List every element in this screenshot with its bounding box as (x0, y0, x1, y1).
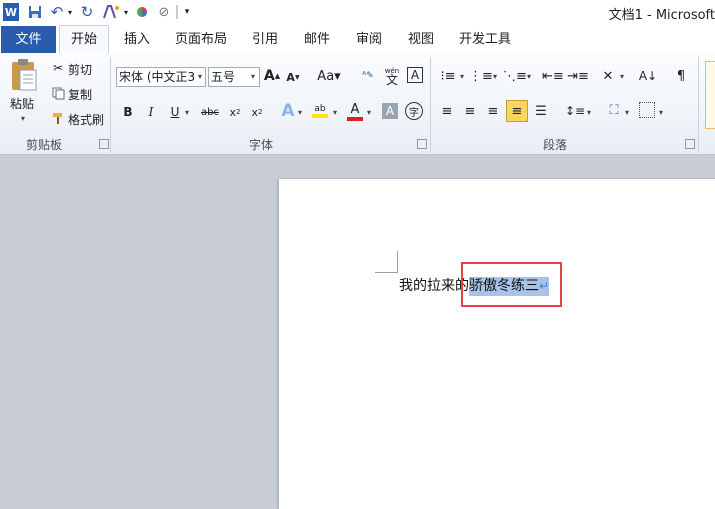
tab-file[interactable]: 文件 (1, 26, 56, 53)
cut-button[interactable]: 剪切 (68, 61, 92, 78)
align-center-icon[interactable]: ≡ (461, 102, 479, 120)
sort-icon[interactable]: A↓ (638, 67, 658, 85)
strikethrough-icon[interactable]: abc (200, 103, 220, 121)
paste-dropdown-icon[interactable]: ▾ (21, 114, 25, 123)
group-divider (430, 57, 431, 153)
font-color-dropdown-icon[interactable]: ▾ (367, 108, 371, 117)
tab-view[interactable]: 视图 (401, 28, 441, 52)
borders-dropdown-icon[interactable]: ▾ (659, 108, 663, 117)
styles-gallery[interactable] (705, 61, 715, 129)
show-marks-icon[interactable]: ¶ (674, 67, 688, 85)
ribbon: 粘贴 ▾ ✂ 剪切 复制 格式刷 剪贴板 宋体 (中文正3 ▾ 五号 ▾ A ▲ … (0, 53, 715, 155)
ribbon-tab-bar: 文件 开始 插入 页面布局 引用 邮件 审阅 视图 开发工具 (0, 24, 715, 54)
margin-mark-horizontal (375, 272, 398, 273)
tab-references[interactable]: 引用 (245, 28, 285, 52)
borders-icon[interactable] (639, 102, 655, 118)
align-left-icon[interactable]: ≡ (438, 102, 456, 120)
save-icon[interactable] (27, 3, 43, 21)
word-app-icon[interactable]: W (3, 3, 19, 21)
change-case-icon[interactable]: Aa▾ (317, 67, 341, 85)
text-effects-dropdown-icon[interactable]: ▾ (122, 3, 130, 21)
bullets-icon[interactable]: ⁝≡ (438, 67, 458, 85)
scissors-icon: ✂ (52, 61, 64, 75)
superscript-icon[interactable]: x2 (249, 103, 265, 121)
window-title: 文档1 - Microsoft (608, 8, 715, 23)
copy-icon (51, 86, 65, 100)
bullets-dropdown-icon[interactable]: ▾ (460, 72, 464, 81)
tab-mailings[interactable]: 邮件 (297, 28, 337, 52)
highlight-dropdown-icon[interactable]: ▾ (333, 108, 337, 117)
numbering-icon[interactable]: ⋮≡ (469, 67, 493, 85)
undo-dropdown-icon[interactable]: ▾ (66, 3, 74, 21)
character-shading-icon[interactable]: A (382, 103, 398, 119)
clipboard-launcher-icon[interactable] (99, 139, 109, 149)
underline-dropdown-icon[interactable]: ▾ (185, 108, 189, 117)
line-spacing-icon[interactable]: ↕≡ (565, 102, 585, 120)
annotation-highlight-box (461, 262, 562, 307)
font-name-combo[interactable]: 宋体 (中文正3 (116, 67, 206, 87)
shading-icon[interactable]: ⛶ (605, 100, 623, 120)
text-effect-dropdown-icon[interactable]: ▾ (298, 108, 302, 117)
baidu-watermark-logo: Bai 经验 (560, 426, 684, 461)
color-wheel-icon[interactable] (135, 3, 149, 21)
font-launcher-icon[interactable] (417, 139, 427, 149)
watermark-url: jingyan.baidu.com (587, 472, 689, 485)
tab-insert[interactable]: 插入 (117, 28, 157, 52)
grow-font-icon[interactable]: A ▲ (264, 67, 280, 85)
italic-icon[interactable]: I (144, 103, 158, 121)
bold-icon[interactable]: B (121, 103, 135, 121)
customize-qat-icon[interactable]: ▾ (182, 3, 192, 21)
phonetic-guide-icon[interactable]: wén 文 (383, 66, 401, 86)
tab-developer[interactable]: 开发工具 (452, 28, 518, 52)
text-effect-icon[interactable]: A (279, 101, 297, 121)
decrease-indent-icon[interactable]: ⇤≡ (542, 67, 564, 85)
redo-icon[interactable]: ↻ (80, 3, 94, 21)
title-bar: W ↶ ▾ ↻ ▾ ⊘ ▾ 文档1 - Microsoft (0, 0, 715, 24)
text-highlight-icon[interactable]: ab (310, 101, 330, 121)
chinese-layout-icon[interactable]: ✕ (598, 67, 618, 85)
line-spacing-dropdown-icon[interactable]: ▾ (587, 108, 591, 117)
tab-page-layout[interactable]: 页面布局 (170, 28, 232, 52)
paragraph-launcher-icon[interactable] (685, 139, 695, 149)
font-color-icon[interactable]: A (346, 101, 364, 121)
increase-indent-icon[interactable]: ⇥≡ (567, 67, 589, 85)
format-painter-button[interactable]: 格式刷 (68, 111, 104, 128)
underline-icon[interactable]: U (168, 103, 182, 121)
enclose-characters-icon[interactable]: 字 (405, 102, 423, 120)
character-border-icon[interactable]: A (407, 67, 423, 83)
chinese-layout-dropdown-icon[interactable]: ▾ (620, 72, 624, 81)
font-name-dropdown-icon[interactable]: ▾ (198, 72, 202, 81)
numbering-dropdown-icon[interactable]: ▾ (493, 72, 497, 81)
undo-icon[interactable]: ↶ (50, 3, 64, 21)
format-painter-icon (51, 111, 65, 125)
margin-mark-vertical (397, 251, 398, 273)
shading-dropdown-icon[interactable]: ▾ (625, 108, 629, 117)
multilevel-list-icon[interactable]: ⋱≡ (503, 67, 527, 85)
copy-button[interactable]: 复制 (68, 86, 92, 103)
clipboard-group-label: 剪贴板 (26, 138, 63, 152)
group-divider (698, 57, 699, 153)
font-group-label: 字体 (249, 138, 274, 152)
subscript-icon[interactable]: x2 (227, 103, 243, 121)
qat-separator (176, 5, 178, 19)
font-size-dropdown-icon[interactable]: ▾ (251, 72, 255, 81)
tab-home[interactable]: 开始 (59, 25, 109, 53)
tab-review[interactable]: 审阅 (349, 28, 389, 52)
text-effects-icon[interactable] (102, 3, 120, 21)
group-divider (110, 57, 111, 153)
shrink-font-icon[interactable]: A ▼ (286, 69, 300, 85)
distributed-icon[interactable]: ☰ (532, 102, 550, 120)
paste-icon[interactable] (8, 58, 38, 92)
justify-icon[interactable]: ≡ (506, 100, 528, 122)
align-right-icon[interactable]: ≡ (484, 102, 502, 120)
clear-formatting-icon[interactable]: ᴬ✎ (359, 67, 377, 85)
paragraph-group-label: 段落 (543, 138, 568, 152)
paste-button[interactable]: 粘贴 (10, 95, 34, 112)
multilevel-dropdown-icon[interactable]: ▾ (527, 72, 531, 81)
plain-text: 我的拉来的 (399, 278, 469, 294)
clear-format-icon[interactable]: ⊘ (156, 3, 172, 21)
